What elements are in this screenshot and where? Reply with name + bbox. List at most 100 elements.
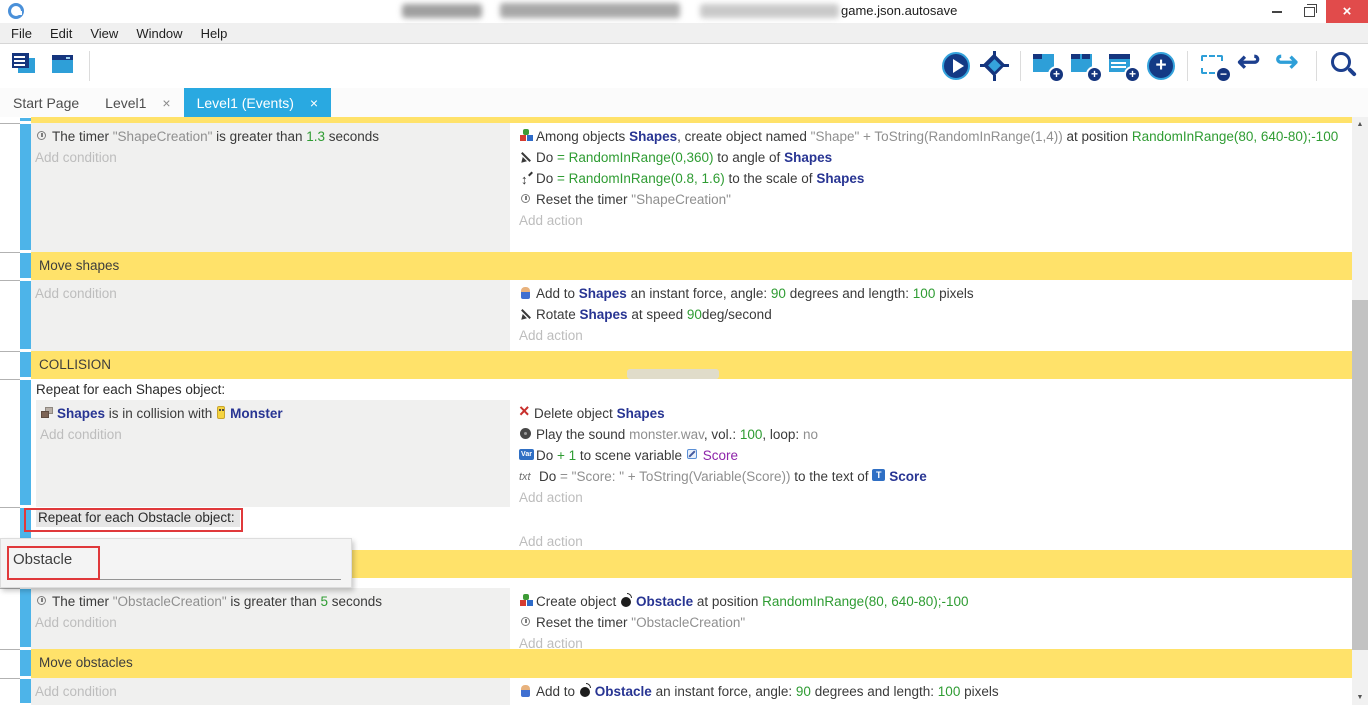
text-segment: Shapes [579, 286, 627, 301]
action-row[interactable]: Add to Shapes an instant force, angle: 9… [519, 283, 1348, 304]
text-segment: Play the sound [536, 427, 629, 442]
event-select-bar[interactable] [20, 380, 31, 505]
text-segment: pixels [960, 684, 998, 699]
text-segment: degrees and length: [811, 684, 938, 699]
repeat-event-header-text: Repeat for each Obstacle object: [36, 509, 240, 527]
event-select-bar[interactable] [20, 253, 31, 278]
play-icon[interactable] [939, 48, 973, 84]
conditions-column: Add condition [31, 280, 510, 351]
text-segment: Create object [536, 594, 620, 609]
tab-level1-events-[interactable]: Level1 (Events)× [184, 88, 331, 117]
text-segment: seconds [328, 594, 382, 609]
object-name-input[interactable]: Obstacle [13, 551, 72, 568]
event-select-bar[interactable] [20, 118, 31, 121]
close-button[interactable]: × [1326, 0, 1368, 23]
event-gutter [0, 280, 20, 351]
condition-row[interactable]: The timer "ShapeCreation" is greater tha… [35, 126, 504, 147]
comment-label[interactable]: Move shapes [31, 252, 1352, 280]
action-row[interactable]: Do = RandomInRange(0,360) to angle of Sh… [519, 147, 1348, 168]
menu-help[interactable]: Help [192, 26, 237, 41]
add-condition-button[interactable]: Add condition [35, 681, 504, 702]
event-gutter [0, 351, 20, 379]
debug-icon[interactable] [977, 48, 1011, 84]
action-row[interactable]: Among objects Shapes, create object name… [519, 126, 1348, 147]
add-subevent-icon[interactable] [1068, 48, 1102, 84]
add-condition-button[interactable]: Add condition [40, 424, 504, 445]
project-manager-icon[interactable] [8, 48, 42, 84]
action-row[interactable]: Do = RandomInRange(0.8, 1.6) to the scal… [519, 168, 1348, 189]
add-circle-icon[interactable] [1144, 48, 1178, 84]
timer-icon [519, 192, 534, 206]
tab-bar: Start PageLevel1×Level1 (Events)× [0, 88, 1368, 117]
vertical-scrollbar[interactable]: ▲ ▼ [1352, 117, 1368, 705]
text-segment: Add to [536, 684, 579, 699]
repeat-event-header[interactable]: Repeat for each Shapes object: [31, 379, 1352, 400]
undo-icon[interactable] [1235, 48, 1269, 84]
scale-icon [519, 171, 534, 185]
tab-start-page[interactable]: Start Page [0, 88, 92, 117]
close-tab-icon[interactable]: × [310, 95, 318, 111]
event-select-bar[interactable] [20, 281, 31, 349]
menu-view[interactable]: View [81, 26, 127, 41]
minimize-button[interactable] [1262, 0, 1292, 23]
menu-edit[interactable]: Edit [41, 26, 81, 41]
action-row[interactable]: Delete object Shapes [519, 403, 1348, 424]
text-segment: Shapes [629, 129, 677, 144]
collision-icon [40, 406, 55, 420]
bomb-icon [620, 594, 634, 608]
bomb-icon [579, 684, 593, 698]
add-condition-button[interactable]: Add condition [35, 612, 504, 633]
add-event-icon[interactable] [1030, 48, 1064, 84]
scroll-up-button[interactable]: ▲ [1352, 117, 1368, 132]
restore-button[interactable] [1294, 0, 1324, 23]
comment-label[interactable]: Move obstacles [31, 649, 1352, 677]
event-columns: Add condition Add to Obstacle an instant … [31, 678, 1352, 705]
event-columns: Shapes is in collision with MonsterAdd c… [31, 400, 1352, 507]
close-icon: × [1343, 3, 1352, 20]
close-tab-icon[interactable]: × [162, 95, 170, 111]
condition-row[interactable]: The timer "ObstacleCreation" is greater … [35, 591, 504, 612]
redo-icon[interactable] [1273, 48, 1307, 84]
action-row[interactable]: Do = "Score: " + ToString(Variable(Score… [519, 466, 1348, 487]
action-row[interactable]: Do + 1 to scene variable Score [519, 445, 1348, 466]
scrollbar-thumb[interactable] [1352, 300, 1368, 650]
event-select-bar[interactable] [20, 352, 31, 377]
remove-event-icon[interactable] [1197, 48, 1231, 84]
menu-window[interactable]: Window [127, 26, 191, 41]
add-action-button[interactable]: Add action [519, 531, 1348, 550]
redacted-title-text [500, 3, 680, 18]
text-segment: to angle of [714, 150, 785, 165]
action-row[interactable]: Add to Obstacle an instant force, angle:… [519, 681, 1348, 702]
add-comment-icon[interactable] [1106, 48, 1140, 84]
condition-row[interactable]: Shapes is in collision with Monster [40, 403, 504, 424]
add-action-button[interactable]: Add action [519, 325, 1348, 346]
text-segment: Shapes [784, 150, 832, 165]
action-row[interactable]: Reset the timer "ObstacleCreation" [519, 612, 1348, 633]
event-select-bar[interactable] [20, 679, 31, 703]
actions-column: Create object Obstacle at position Rando… [510, 588, 1352, 649]
event-select-bar[interactable] [20, 124, 31, 250]
search-icon[interactable] [1326, 48, 1360, 84]
action-row[interactable]: Create object Obstacle at position Rando… [519, 591, 1348, 612]
action-row[interactable]: Reset the timer "ShapeCreation" [519, 189, 1348, 210]
tab-level1[interactable]: Level1× [92, 88, 183, 117]
add-action-button[interactable]: Add action [519, 210, 1348, 231]
conditions-column: Add condition [31, 678, 510, 705]
add-action-button[interactable]: Add action [519, 487, 1348, 507]
repeat-event-header[interactable]: Repeat for each Obstacle object: [31, 507, 1352, 528]
text-segment: 100 [938, 684, 961, 699]
action-row[interactable]: Rotate Shapes at speed 90deg/second [519, 304, 1348, 325]
text-segment: deg/second [702, 307, 772, 322]
text-segment: "ShapeCreation" [113, 129, 213, 144]
event-select-bar[interactable] [20, 650, 31, 676]
add-condition-button[interactable]: Add condition [35, 283, 504, 304]
add-condition-button[interactable]: Add condition [35, 147, 504, 168]
action-row[interactable]: Play the sound monster.wav, vol.: 100, l… [519, 424, 1348, 445]
window-title: game.json.autosave [841, 3, 957, 18]
add-action-button[interactable]: Add action [519, 633, 1348, 649]
event-select-bar[interactable] [20, 589, 31, 647]
text-segment: Add to [536, 286, 579, 301]
scroll-down-button[interactable]: ▼ [1352, 690, 1368, 705]
menu-file[interactable]: File [2, 26, 41, 41]
scene-editor-icon[interactable] [46, 48, 80, 84]
